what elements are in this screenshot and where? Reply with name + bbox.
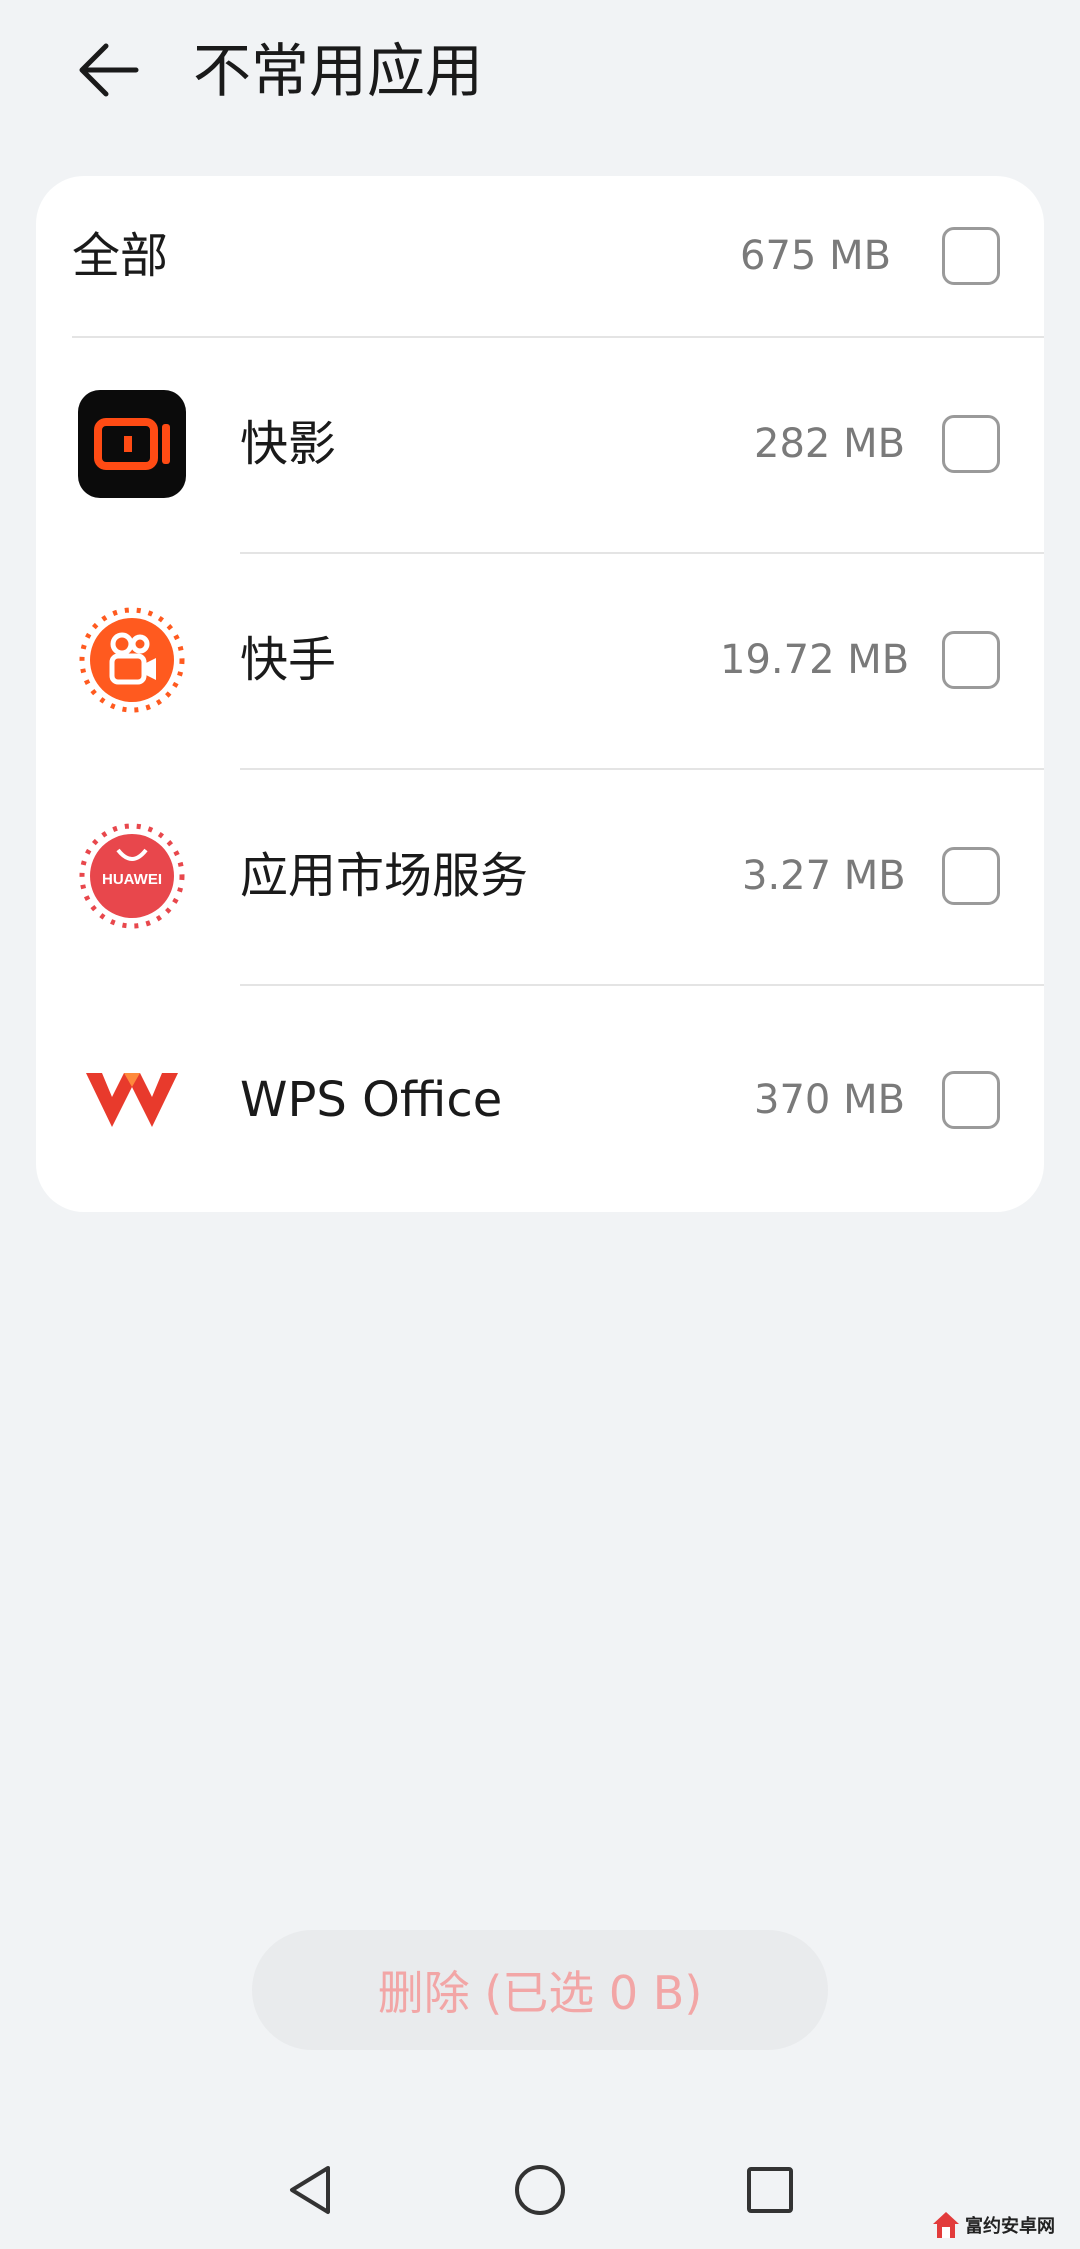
- app-checkbox[interactable]: [942, 1071, 1000, 1129]
- app-name: 应用市场服务: [240, 848, 529, 904]
- app-row-wps-office[interactable]: WPS Office 370 MB: [36, 984, 1044, 1200]
- app-size: 370 MB: [754, 1077, 906, 1123]
- back-button[interactable]: [68, 30, 148, 110]
- select-all-row[interactable]: 全部 675 MB: [36, 176, 1044, 336]
- app-name: WPS Office: [240, 1072, 503, 1128]
- app-checkbox[interactable]: [942, 631, 1000, 689]
- delete-button[interactable]: 删除 (已选 0 B): [252, 1930, 828, 2050]
- apps-card: 全部 675 MB 快影 282 MB 快手 19.72 MB HUAWEI 应…: [36, 176, 1044, 1212]
- select-all-checkbox[interactable]: [942, 227, 1000, 285]
- app-name: 快手: [240, 632, 337, 688]
- delete-button-label: 删除 (已选 0 B): [377, 1966, 703, 2020]
- watermark-text: 富约安卓网: [965, 2216, 1055, 2237]
- kuaishou-app-icon: [78, 606, 186, 714]
- nav-back-button[interactable]: [270, 2150, 350, 2230]
- page-title: 不常用应用: [193, 37, 484, 105]
- nav-back-triangle-icon: [290, 2166, 330, 2214]
- header: 不常用应用: [0, 0, 1080, 150]
- arrow-left-icon: [79, 43, 139, 97]
- app-size: 3.27 MB: [742, 853, 906, 899]
- app-size: 19.72 MB: [720, 637, 910, 683]
- nav-home-button[interactable]: [500, 2150, 580, 2230]
- wps-office-icon: [78, 1046, 186, 1154]
- app-row-appgallery-service[interactable]: HUAWEI 应用市场服务 3.27 MB: [36, 768, 1044, 984]
- nav-home-circle-icon: [515, 2165, 565, 2215]
- app-size: 282 MB: [754, 421, 906, 467]
- huawei-logo-text: HUAWEI: [102, 871, 162, 888]
- nav-recents-button[interactable]: [730, 2150, 810, 2230]
- huawei-appgallery-icon: HUAWEI: [78, 822, 186, 930]
- app-checkbox[interactable]: [942, 847, 1000, 905]
- select-all-label: 全部: [72, 228, 169, 284]
- watermark-logo-icon: [933, 2212, 959, 2238]
- app-name: 快影: [240, 416, 337, 472]
- watermark: 富约安卓网: [931, 2204, 1066, 2246]
- system-navbar: [0, 2140, 1080, 2249]
- app-checkbox[interactable]: [942, 415, 1000, 473]
- app-row-kuaiying[interactable]: 快影 282 MB: [36, 336, 1044, 552]
- unused-apps-screen: 不常用应用 全部 675 MB 快影 282 MB 快手 19.72 MB HU…: [0, 0, 1080, 2249]
- kuaiying-app-icon: [78, 390, 186, 498]
- app-row-kuaishou[interactable]: 快手 19.72 MB: [36, 552, 1044, 768]
- nav-recents-square-icon: [747, 2167, 793, 2213]
- total-size: 675 MB: [740, 233, 892, 279]
